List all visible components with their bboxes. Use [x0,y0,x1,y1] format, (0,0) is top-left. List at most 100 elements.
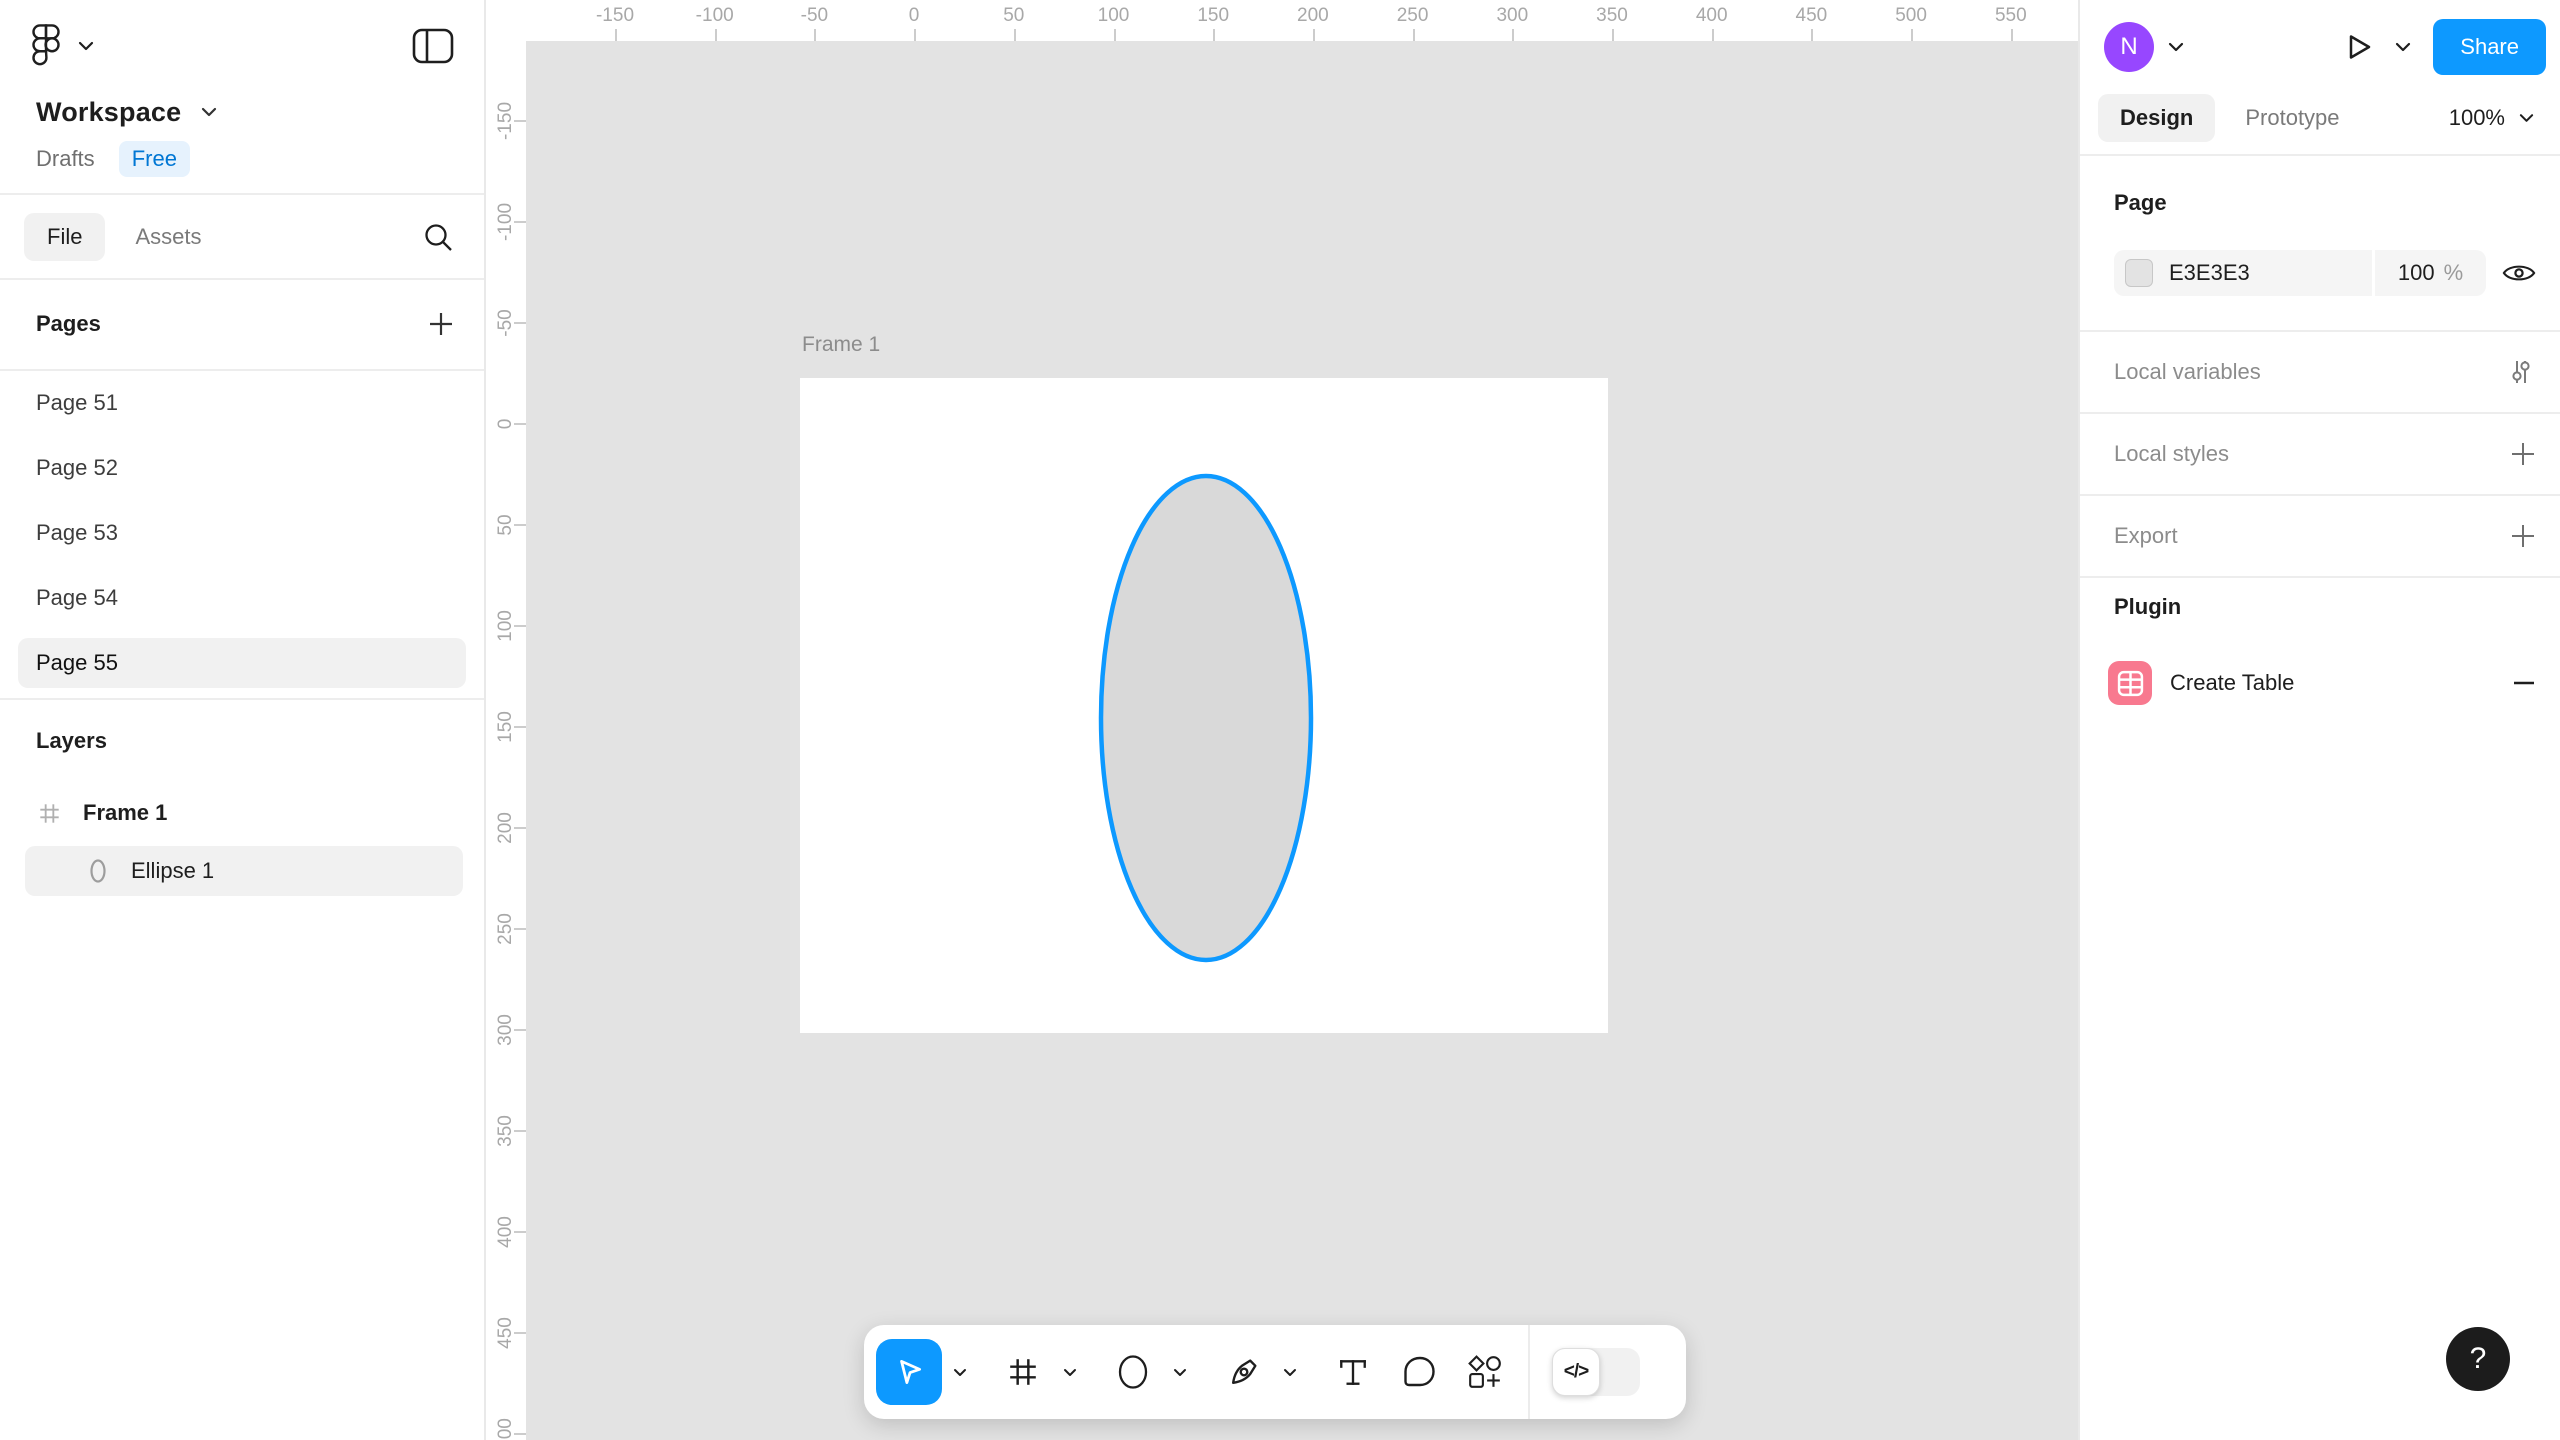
pen-tool-button[interactable] [1214,1339,1272,1405]
figma-logo-icon[interactable] [30,23,62,69]
page-list-item[interactable]: Page 51 [0,370,484,435]
ruler-tick [514,1332,526,1334]
page-color-hex[interactable]: E3E3E3 [2169,260,2372,286]
ruler-tick [615,29,617,41]
plugin-name: Create Table [2170,670,2512,696]
pen-tool-chevron-icon[interactable] [1272,1339,1308,1405]
page-color-swatch[interactable] [2125,259,2153,287]
bottom-toolbar: </> [864,1325,1686,1419]
ruler-tick [514,524,526,526]
tab-prototype[interactable]: Prototype [2227,94,2357,142]
ruler-label: 450 [1796,5,1828,27]
ellipse-shape[interactable] [1097,472,1315,964]
zoom-level[interactable]: 100% [2449,105,2505,131]
canvas[interactable]: Frame 1 -150-100-50050100150200250300350… [486,0,2078,1440]
text-tool-button[interactable] [1324,1339,1382,1405]
layer-row-ellipse[interactable]: Ellipse 1 [25,846,463,896]
variables-sliders-icon[interactable] [2506,357,2536,387]
export-label: Export [2114,523,2510,549]
ruler-label: 0 [909,5,920,27]
plugin-row[interactable]: Create Table [2108,648,2536,718]
layer-name-ellipse: Ellipse 1 [131,858,214,884]
ruler-tick [1712,29,1714,41]
tab-design[interactable]: Design [2098,94,2215,142]
present-play-icon[interactable] [2345,32,2373,62]
plan-badge: Free [119,141,190,177]
actions-tool-button[interactable] [1456,1339,1514,1405]
ruler-tick [1313,29,1315,41]
add-page-icon[interactable] [428,311,454,337]
share-button[interactable]: Share [2433,19,2546,75]
avatar[interactable]: N [2104,22,2154,72]
pages-list: Page 51 Page 52 Page 53 Page 54 Page 55 [0,370,484,695]
ruler-tick [514,1130,526,1132]
ruler-tick [1512,29,1514,41]
breadcrumb: Drafts Free [36,140,190,178]
ruler-tick [1911,29,1913,41]
visibility-eye-icon[interactable] [2502,261,2536,285]
layers-title: Layers [36,728,107,754]
page-opacity-input[interactable]: 100 % [2372,250,2486,296]
ruler-tick [2011,29,2013,41]
ruler-label: 150 [1197,5,1229,27]
ruler-tick [914,29,916,41]
remove-plugin-icon[interactable] [2512,671,2536,695]
ruler-label: 350 [1596,5,1628,27]
comment-tool-button[interactable] [1390,1339,1448,1405]
shape-tool-chevron-icon[interactable] [1162,1339,1198,1405]
account-chevron-icon[interactable] [2168,42,2184,52]
toolbar-divider [1528,1325,1530,1419]
shape-tool-button[interactable] [1104,1339,1162,1405]
frame-tool-chevron-icon[interactable] [1052,1339,1088,1405]
toggle-sidebar-icon[interactable] [412,28,454,64]
ruler-tick [514,322,526,324]
panel-header: N Share [2104,14,2546,80]
tab-file[interactable]: File [24,213,105,261]
ruler-top: -150-100-5005010015020025030035040045050… [486,0,2078,41]
local-variables-row[interactable]: Local variables [2080,332,2560,414]
ruler-label: -100 [696,5,734,27]
page-list-item[interactable]: Page 52 [0,435,484,500]
dev-mode-toggle[interactable]: </> [1552,1348,1640,1396]
export-row[interactable]: Export [2080,496,2560,578]
frame-tool-button[interactable] [994,1339,1052,1405]
ruler-tick [514,726,526,728]
ruler-label: 300 [1496,5,1528,27]
ruler-label: 500 [1895,5,1927,27]
ruler-tick [715,29,717,41]
ruler-tick [514,1433,526,1435]
page-list-item[interactable]: Page 53 [0,500,484,565]
ruler-tick [814,29,816,41]
ruler-tick [1811,29,1813,41]
divider [2080,154,2560,156]
breadcrumb-drafts[interactable]: Drafts [36,146,95,172]
ruler-label: 250 [1397,5,1429,27]
frame-canvas-label[interactable]: Frame 1 [802,333,880,357]
local-styles-row[interactable]: Local styles [2080,414,2560,496]
page-list-item[interactable]: Page 54 [0,565,484,630]
ruler-label: 200 [1297,5,1329,27]
workspace-chevron-icon [201,107,217,117]
left-sidebar: Workspace Drafts Free File Assets Pages [0,0,486,1440]
add-export-icon[interactable] [2510,523,2536,549]
page-list-item-selected[interactable]: Page 55 [18,638,466,688]
pages-title: Pages [36,311,101,337]
ruler-tick [514,1231,526,1233]
move-tool-chevron-icon[interactable] [942,1339,978,1405]
present-chevron-icon[interactable] [2395,42,2411,52]
ruler-label: 550 [1995,5,2027,27]
search-icon[interactable] [422,221,454,253]
zoom-chevron-icon[interactable] [2519,113,2534,123]
create-table-plugin-icon [2108,661,2152,705]
page-color-input[interactable]: E3E3E3 100 % [2114,250,2486,296]
layer-row-frame[interactable]: Frame 1 [0,784,484,842]
main-menu-chevron-icon[interactable] [78,41,94,51]
help-button[interactable]: ? [2446,1327,2510,1391]
add-style-icon[interactable] [2510,441,2536,467]
workspace-selector[interactable]: Workspace [36,94,448,130]
ruler-tick [1114,29,1116,41]
ruler-left: -150-100-5005010015020025030035040045050… [486,0,526,1440]
panel-tabs: Design Prototype 100% [2098,92,2534,144]
move-tool-button[interactable] [876,1339,942,1405]
tab-assets[interactable]: Assets [135,224,201,250]
